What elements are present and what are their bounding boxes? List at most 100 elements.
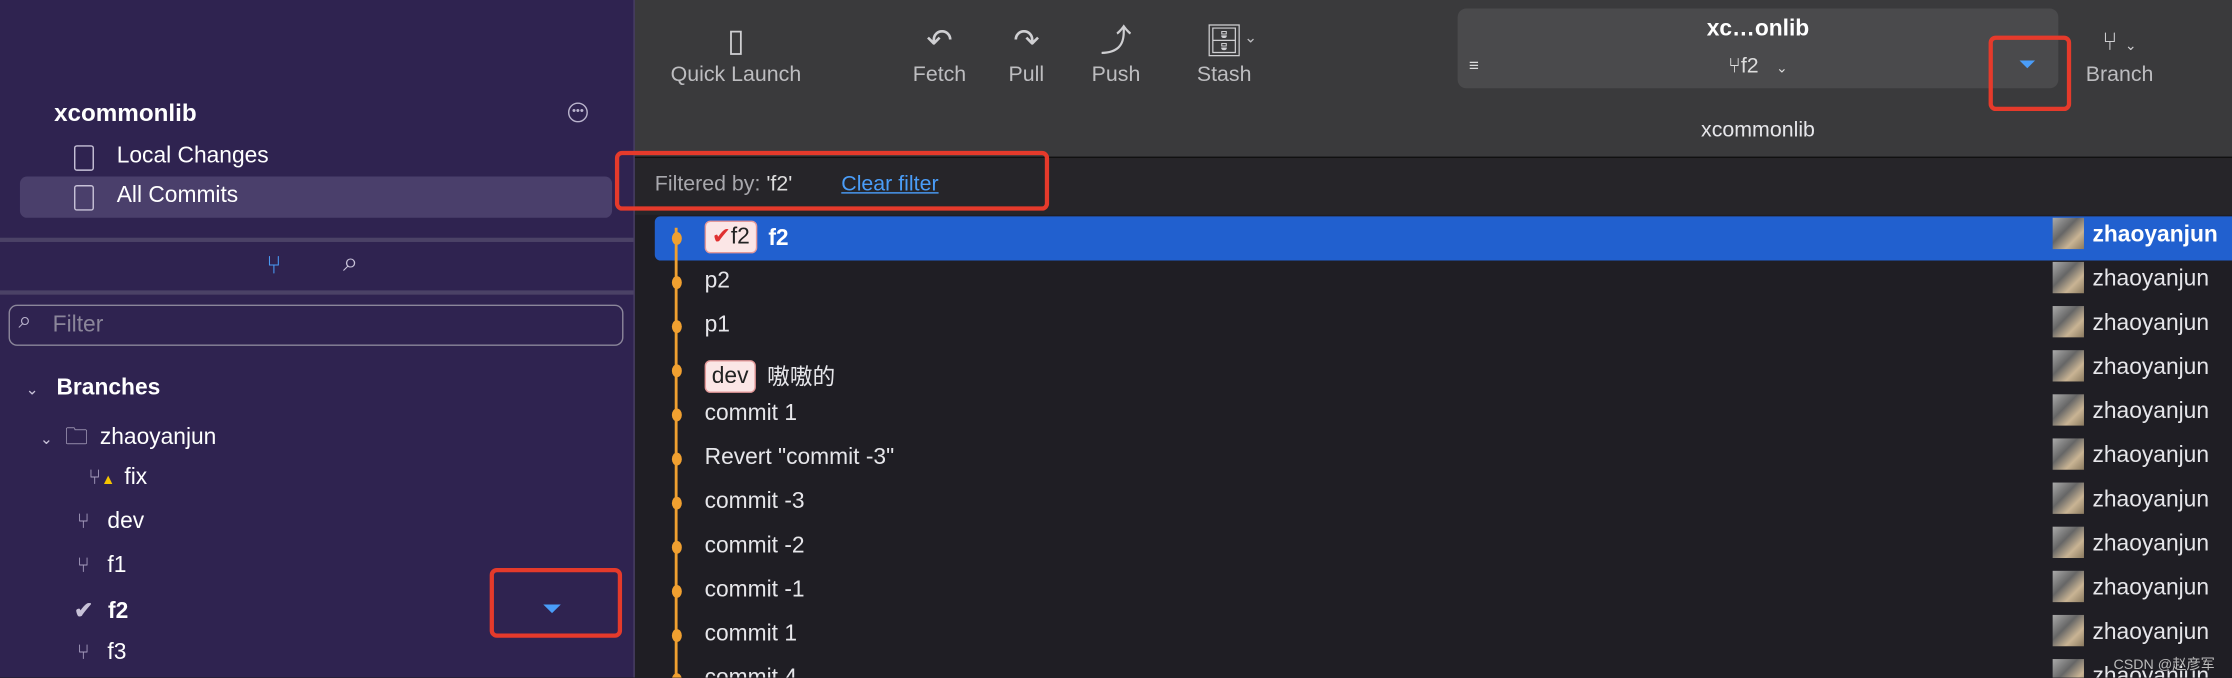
commit-row[interactable]: Revert "commit -3" zhaoyanjun xyxy=(655,437,2232,481)
author-cell: zhaoyanjun xyxy=(2052,614,2209,647)
branch-item-fix[interactable]: ⑂▲ fix xyxy=(88,465,147,491)
watermark: CSDN @赵彦军 xyxy=(2113,657,2215,674)
sidebar: xcommonlib ••• Local Changes All Commits… xyxy=(0,0,635,678)
author-cell: zhaoyanjun xyxy=(2052,438,2209,470)
nav-all-commits[interactable]: All Commits xyxy=(19,176,613,218)
search-icon[interactable]: ⌕ xyxy=(343,248,358,279)
author-name: zhaoyanjun xyxy=(2092,267,2210,292)
branch-button[interactable]: ⑂ ⌄ Branch xyxy=(2078,20,2161,87)
folder-icon: ▯ xyxy=(727,22,745,59)
avatar xyxy=(2052,614,2084,647)
commit-row[interactable]: ✔f2 f2 zhaoyanjun xyxy=(654,216,2232,261)
repo-selector[interactable]: ≡ xc…onlib ⑂f2 ⌄ xyxy=(1457,8,2059,89)
pull-button[interactable]: ↷ Pull xyxy=(995,20,1058,87)
author-cell: zhaoyanjun xyxy=(2052,306,2209,338)
filter-funnel-icon[interactable]: ⏷ xyxy=(542,595,561,623)
branch-warning-icon: ⑂▲ xyxy=(88,465,116,490)
branch-label: f3 xyxy=(107,640,127,665)
push-icon: ⤴ xyxy=(1100,22,1132,59)
avatar xyxy=(2052,526,2084,559)
author-name: zhaoyanjun xyxy=(2092,355,2210,380)
button-label: Stash xyxy=(1196,62,1252,87)
commit-message: commit -1 xyxy=(704,577,805,603)
avatar xyxy=(2052,350,2084,382)
filter-funnel-icon[interactable]: ⏷ xyxy=(2018,53,2035,77)
commit-row[interactable]: commit -2 zhaoyanjun xyxy=(655,525,2232,569)
branch-selector[interactable]: ⑂f2 ⌄ xyxy=(1458,54,2059,78)
avatar xyxy=(2052,438,2084,470)
quick-launch-button[interactable]: ▯ Quick Launch xyxy=(663,20,808,87)
stash-chevron-icon[interactable]: ⌄ xyxy=(1244,28,1257,47)
divider xyxy=(0,290,634,295)
branch-item-f2[interactable]: ✔ f2 xyxy=(74,596,128,624)
branches-label: Branches xyxy=(56,375,161,400)
avatar xyxy=(2052,217,2084,250)
branch-tag: dev xyxy=(704,359,756,393)
button-label: Fetch xyxy=(912,62,967,87)
branch-icon: ⑂ ⌄ xyxy=(2102,27,2137,56)
commit-list: ✔f2 f2 zhaoyanjun p2 zhaoyanjun p1 zhaoyanjun d… xyxy=(634,214,2232,678)
tag-label: f2 xyxy=(730,224,750,250)
commit-row[interactable]: commit 4zhaoyanjun xyxy=(655,658,2232,678)
commit-message-cell: commit -2 xyxy=(705,534,805,560)
author-name: zhaoyanjun xyxy=(2092,399,2210,424)
branch-icon: ⑂ xyxy=(1728,54,1741,79)
repo-name: xc…onlib xyxy=(1706,17,1810,42)
fetch-button[interactable]: ↶ Fetch xyxy=(905,20,973,87)
chevron-down-icon: ⌄ xyxy=(25,381,39,399)
divider xyxy=(0,237,634,242)
branch-icon: ⑂ xyxy=(76,640,90,665)
toolbar: ▯ Quick Launch ↶ Fetch ↷ Pull ⤴ Push 🗄 Stash … xyxy=(634,0,2232,159)
commit-row[interactable]: commit 1 zhaoyanjun xyxy=(655,614,2232,658)
avatar xyxy=(2052,482,2084,514)
branch-view-icon[interactable]: ⑂ xyxy=(266,251,281,281)
folder-icon: 🗀 xyxy=(65,425,88,450)
commit-message-cell: commit -1 xyxy=(705,578,805,604)
commit-row[interactable]: commit -3 zhaoyanjun xyxy=(655,481,2232,525)
fetch-icon: ↶ xyxy=(926,22,953,59)
avatar xyxy=(2052,394,2084,426)
branch-label: f1 xyxy=(107,553,127,578)
commit-message: Revert "commit -3" xyxy=(704,445,895,470)
button-label: Push xyxy=(1091,62,1141,87)
commit-message: p1 xyxy=(704,313,730,338)
avatar xyxy=(2052,659,2084,678)
more-options-icon[interactable]: ••• xyxy=(567,102,588,123)
author-cell: zhaoyanjun xyxy=(2052,350,2210,382)
branch-folder[interactable]: ⌄ 🗀 zhaoyanjun xyxy=(40,421,216,459)
commit-row[interactable]: p2 zhaoyanjun xyxy=(655,260,2232,304)
commit-message-cell: p1 xyxy=(705,313,730,339)
commit-row[interactable]: commit -1 zhaoyanjun xyxy=(655,569,2232,613)
branch-item-f3[interactable]: ⑂ f3 xyxy=(77,641,127,667)
nav-label: All Commits xyxy=(116,183,239,208)
commit-message: 嗷嗷的 xyxy=(766,365,836,391)
nav-local-changes[interactable]: Local Changes xyxy=(20,137,612,178)
commit-row[interactable]: commit 1 zhaoyanjun xyxy=(655,393,2232,437)
commit-row[interactable]: p1 zhaoyanjun xyxy=(655,305,2232,349)
branch-label: dev xyxy=(107,509,145,534)
author-cell: zhaoyanjun xyxy=(2052,570,2209,603)
commit-message: commit -3 xyxy=(704,489,805,514)
window-title: xcommonlib xyxy=(1701,118,1815,143)
folder-label: zhaoyanjun xyxy=(99,425,217,450)
branch-item-f1[interactable]: ⑂ f1 xyxy=(77,554,127,580)
commit-row[interactable]: dev 嗷嗷的 zhaoyanjun xyxy=(655,349,2232,393)
branches-header[interactable]: ⌄ Branches xyxy=(26,376,161,402)
avatar xyxy=(2052,570,2084,603)
chevron-down-icon: ⌄ xyxy=(39,431,53,449)
branch-icon: ⑂ xyxy=(76,553,90,578)
commit-message-cell: ✔f2 f2 xyxy=(704,220,789,254)
commit-message-cell: Revert "commit -3" xyxy=(705,446,895,472)
button-label: Quick Launch xyxy=(670,62,802,87)
all-commits-icon xyxy=(74,185,94,211)
commit-message-cell: commit -3 xyxy=(705,490,805,516)
filter-input[interactable] xyxy=(49,310,611,342)
avatar xyxy=(2052,261,2084,294)
author-cell: zhaoyanjun xyxy=(2052,261,2210,294)
branch-item-dev[interactable]: ⑂ dev xyxy=(77,510,144,536)
branch-label: f2 xyxy=(107,599,129,624)
push-button[interactable]: ⤴ Push xyxy=(1082,20,1150,87)
filter-input-box[interactable]: ⌕ xyxy=(8,304,624,346)
tag-label: dev xyxy=(711,364,749,389)
repo-title: xcommonlib xyxy=(54,99,197,127)
